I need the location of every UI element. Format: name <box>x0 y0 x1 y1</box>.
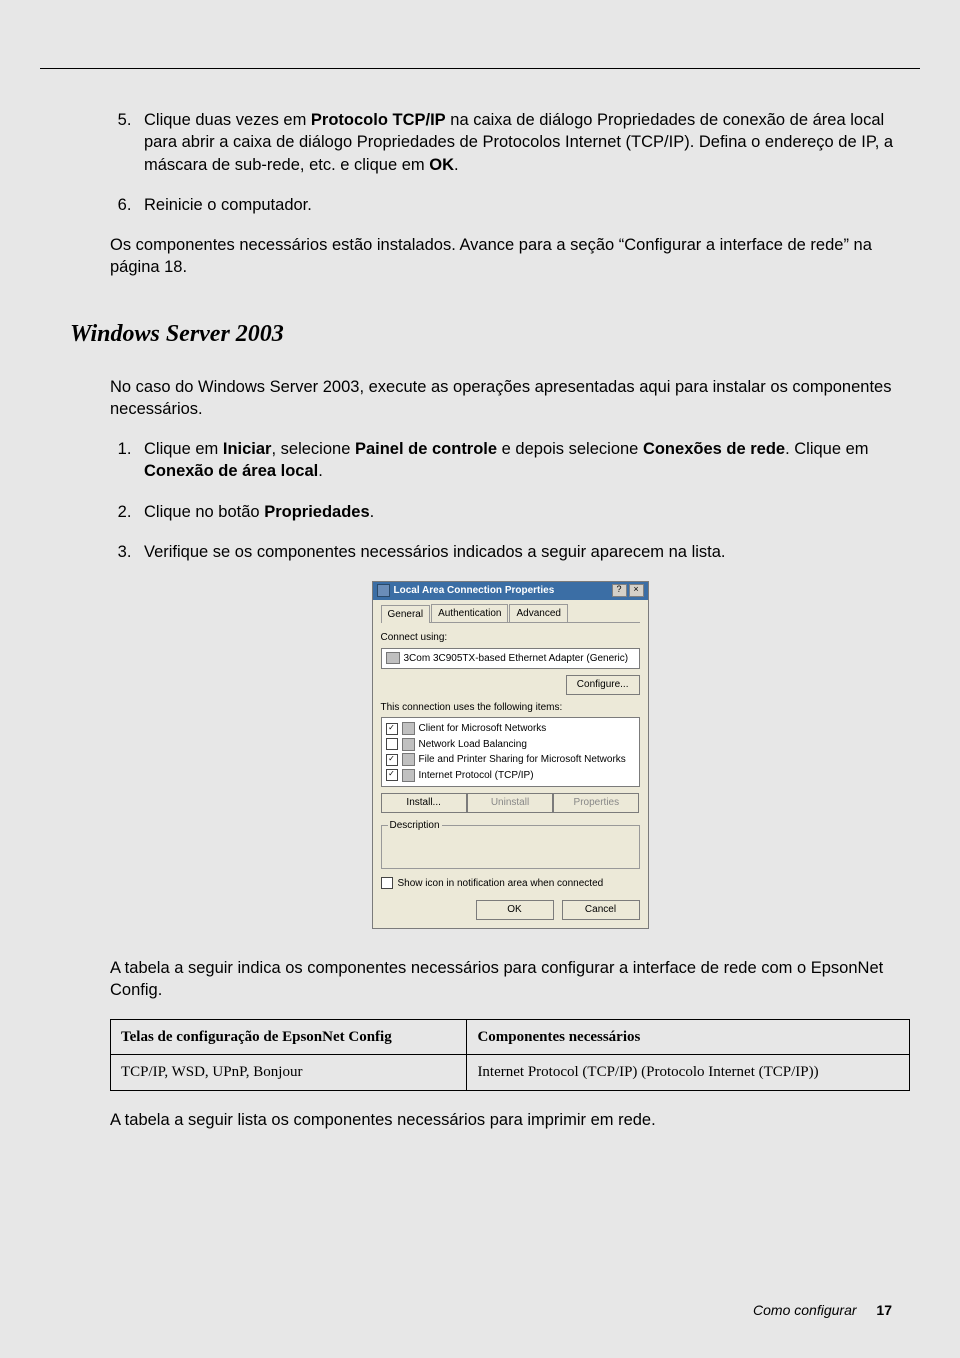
adapter-name: 3Com 3C905TX-based Ethernet Adapter (Gen… <box>404 652 629 666</box>
adapter-field: 3Com 3C905TX-based Ethernet Adapter (Gen… <box>381 648 640 670</box>
list-item[interactable]: ✓ Internet Protocol (TCP/IP) <box>386 768 635 784</box>
network-icon <box>377 584 390 597</box>
items-label: This connection uses the following items… <box>381 701 640 715</box>
footer: Como configurar 17 <box>753 1302 892 1318</box>
checkbox-icon[interactable] <box>381 877 393 889</box>
show-icon-label: Show icon in notification area when conn… <box>398 877 604 891</box>
t: Clique em <box>144 440 223 458</box>
b: Conexões de rede <box>643 440 785 458</box>
bold: Protocolo TCP/IP <box>311 111 446 129</box>
t: Clique no botão <box>144 503 264 521</box>
description-group: Description <box>381 819 640 869</box>
tabs: General Authentication Advanced <box>381 604 640 624</box>
item-label: Client for Microsoft Networks <box>419 722 547 736</box>
top-rule <box>40 68 920 69</box>
uninstall-button[interactable]: Uninstall <box>467 793 553 813</box>
client-icon <box>402 722 415 735</box>
ok-button[interactable]: OK <box>476 900 554 920</box>
table-header: Telas de configuração de EpsonNet Config <box>111 1020 467 1055</box>
step-ws-1: Clique em Iniciar, selecione Painel de c… <box>136 438 910 483</box>
cancel-button[interactable]: Cancel <box>562 900 640 920</box>
list-item[interactable]: Network Load Balancing <box>386 737 635 753</box>
step-ws-3: Verifique se os componentes necessários … <box>136 541 910 563</box>
item-label: Network Load Balancing <box>419 738 527 752</box>
close-button[interactable]: × <box>629 584 644 597</box>
checkbox-icon[interactable]: ✓ <box>386 754 398 766</box>
service-icon <box>402 738 415 751</box>
para-after-dialog: A tabela a seguir indica os componentes … <box>110 957 910 1002</box>
list-item[interactable]: ✓ Client for Microsoft Networks <box>386 721 635 737</box>
step-ws-2: Clique no botão Propriedades. <box>136 501 910 523</box>
table-row: TCP/IP, WSD, UPnP, Bonjour Internet Prot… <box>111 1055 910 1090</box>
table-cell: TCP/IP, WSD, UPnP, Bonjour <box>111 1055 467 1090</box>
t: Verifique se os componentes necessários … <box>144 543 726 561</box>
dialog-wrap: Local Area Connection Properties ? × Gen… <box>110 581 910 929</box>
protocol-icon <box>402 769 415 782</box>
checkbox-icon[interactable] <box>386 738 398 750</box>
dialog-title: Local Area Connection Properties <box>394 584 555 598</box>
checkbox-icon[interactable]: ✓ <box>386 723 398 735</box>
footer-page: 17 <box>876 1302 892 1318</box>
footer-section: Como configurar <box>753 1302 857 1318</box>
install-button[interactable]: Install... <box>381 793 467 813</box>
tab-advanced[interactable]: Advanced <box>509 604 567 623</box>
service-icon <box>402 753 415 766</box>
para-after-table1: A tabela a seguir lista os componentes n… <box>110 1109 910 1131</box>
tab-authentication[interactable]: Authentication <box>431 604 508 623</box>
components-table-1: Telas de configuração de EpsonNet Config… <box>110 1019 910 1091</box>
section-intro: No caso do Windows Server 2003, execute … <box>110 376 910 421</box>
show-icon-row[interactable]: Show icon in notification area when conn… <box>381 877 640 891</box>
text: Clique duas vezes em <box>144 111 311 129</box>
table-header: Componentes necessários <box>467 1020 910 1055</box>
step-6: Reinicie o computador. <box>136 194 910 216</box>
text: . <box>454 156 459 174</box>
text: Reinicie o computador. <box>144 196 312 214</box>
t: . <box>370 503 375 521</box>
configure-button[interactable]: Configure... <box>566 675 640 695</box>
t: e depois selecione <box>497 440 643 458</box>
titlebar: Local Area Connection Properties ? × <box>373 582 648 600</box>
lan-properties-dialog: Local Area Connection Properties ? × Gen… <box>372 581 649 929</box>
t: , selecione <box>271 440 354 458</box>
step-5: Clique duas vezes em Protocolo TCP/IP na… <box>136 109 910 176</box>
list-item[interactable]: ✓ File and Printer Sharing for Microsoft… <box>386 752 635 768</box>
table-cell: Internet Protocol (TCP/IP) (Protocolo In… <box>467 1055 910 1090</box>
tab-general[interactable]: General <box>381 605 431 624</box>
t: . Clique em <box>785 440 868 458</box>
properties-button[interactable]: Properties <box>553 793 639 813</box>
help-button[interactable]: ? <box>612 584 627 597</box>
checkbox-icon[interactable]: ✓ <box>386 769 398 781</box>
t: . <box>318 462 323 480</box>
para-after-top: Os componentes necessários estão instala… <box>110 234 910 279</box>
items-listbox[interactable]: ✓ Client for Microsoft Networks Network … <box>381 717 640 787</box>
bold: OK <box>429 156 454 174</box>
b: Propriedades <box>264 503 369 521</box>
b: Conexão de área local <box>144 462 318 480</box>
connect-using-label: Connect using: <box>381 631 640 645</box>
adapter-icon <box>386 652 400 664</box>
b: Painel de controle <box>355 440 497 458</box>
section-heading: Windows Server 2003 <box>70 321 920 348</box>
steps-ws: Clique em Iniciar, selecione Painel de c… <box>110 438 910 563</box>
steps-top: Clique duas vezes em Protocolo TCP/IP na… <box>110 109 910 216</box>
item-label: File and Printer Sharing for Microsoft N… <box>419 753 626 767</box>
description-label: Description <box>388 819 442 833</box>
b: Iniciar <box>223 440 272 458</box>
item-label: Internet Protocol (TCP/IP) <box>419 769 534 783</box>
